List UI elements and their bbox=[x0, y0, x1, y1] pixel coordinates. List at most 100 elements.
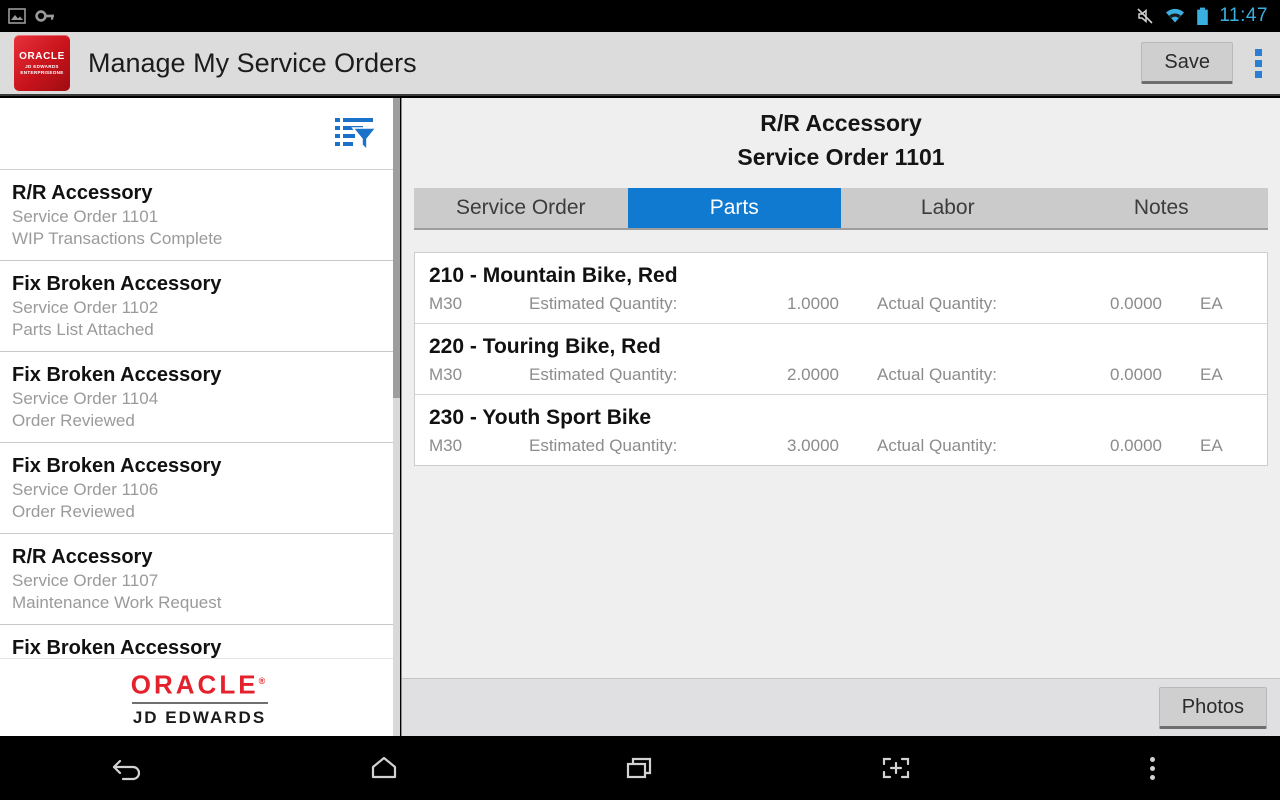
tab-labor[interactable]: Labor bbox=[841, 188, 1055, 228]
nav-screenshot-button[interactable] bbox=[768, 755, 1024, 781]
list-item[interactable]: Fix Broken Accessory Service Order 1102 … bbox=[0, 261, 399, 352]
list-item-status: Maintenance Work Request bbox=[12, 593, 222, 612]
kebab-dot bbox=[1255, 70, 1262, 78]
back-icon bbox=[112, 759, 141, 781]
oracle-wordmark-text: ORACLE bbox=[130, 669, 259, 700]
jd-edwards-wordmark: JD EDWARDS bbox=[132, 707, 267, 727]
service-order-list[interactable]: R/R Accessory Service Order 1101 WIP Tra… bbox=[0, 170, 399, 672]
screenshot-icon bbox=[882, 757, 910, 779]
oracle-wordmark: ORACLE® bbox=[131, 667, 268, 699]
nav-home-button[interactable] bbox=[256, 755, 512, 781]
sidebar-scrollbar[interactable] bbox=[393, 98, 400, 736]
part-branch: M30 bbox=[429, 365, 463, 384]
parts-list: 210 - Mountain Bike, Red M30 Estimated Q… bbox=[414, 252, 1268, 466]
table-row[interactable]: 210 - Mountain Bike, Red M30 Estimated Q… bbox=[415, 253, 1267, 324]
detail-title: R/R Accessory bbox=[760, 110, 922, 136]
status-bar-clock: 11:47 bbox=[1219, 5, 1268, 26]
list-item-order: Service Order 1102 bbox=[12, 298, 159, 317]
part-name: 220 - Touring Bike, Red bbox=[429, 335, 661, 358]
part-branch: M30 bbox=[429, 436, 463, 455]
save-button[interactable]: Save bbox=[1141, 42, 1233, 84]
overflow-menu-icon[interactable] bbox=[1247, 45, 1270, 82]
sidebar-scrollbar-thumb[interactable] bbox=[393, 98, 400, 398]
list-item[interactable]: R/R Accessory Service Order 1101 WIP Tra… bbox=[0, 170, 399, 261]
detail-bottom-bar: Photos bbox=[402, 678, 1280, 736]
list-item[interactable]: R/R Accessory Service Order 1107 Mainten… bbox=[0, 534, 399, 625]
actual-quantity-label: Actual Quantity: bbox=[877, 294, 998, 313]
vpn-key-icon bbox=[35, 10, 54, 22]
menu-icon bbox=[1149, 756, 1155, 780]
part-branch: M30 bbox=[429, 294, 463, 313]
estimated-quantity-label: Estimated Quantity: bbox=[529, 436, 678, 455]
recents-icon bbox=[626, 757, 652, 779]
menu-dot bbox=[1149, 765, 1155, 771]
estimated-quantity-label: Estimated Quantity: bbox=[529, 294, 678, 313]
screen: 11:47 ORACLE JD EDWARDS ENTERPRISEONE Ma… bbox=[0, 0, 1280, 800]
app-header-actions: Save bbox=[1141, 42, 1280, 84]
estimated-quantity-label: Estimated Quantity: bbox=[529, 365, 678, 384]
list-item-status: Order Reviewed bbox=[12, 411, 135, 430]
list-item-order: Service Order 1101 bbox=[12, 207, 159, 226]
part-meta: M30 Estimated Quantity: 3.0000 Actual Qu… bbox=[429, 433, 1267, 459]
service-order-list-panel[interactable]: R/R Accessory Service Order 1101 WIP Tra… bbox=[0, 98, 400, 736]
tab-notes[interactable]: Notes bbox=[1055, 188, 1269, 228]
status-bar-left-icons bbox=[0, 7, 55, 25]
photos-button[interactable]: Photos bbox=[1158, 686, 1267, 729]
list-item-order: Service Order 1106 bbox=[12, 480, 159, 499]
unit-of-measure: EA bbox=[1200, 294, 1223, 313]
android-status-bar: 11:47 bbox=[0, 0, 1280, 32]
unit-of-measure: EA bbox=[1200, 365, 1223, 384]
list-item-title: R/R Accessory bbox=[12, 182, 153, 204]
battery-icon bbox=[1197, 7, 1209, 25]
detail-tab-bar: Service Order Parts Labor Notes bbox=[414, 188, 1268, 230]
part-name: 210 - Mountain Bike, Red bbox=[429, 264, 678, 287]
kebab-dot bbox=[1255, 59, 1262, 67]
list-item-status: Parts List Attached bbox=[12, 320, 154, 339]
part-meta: M30 Estimated Quantity: 2.0000 Actual Qu… bbox=[429, 362, 1267, 388]
kebab-dot bbox=[1255, 48, 1262, 56]
list-item-title: R/R Accessory bbox=[12, 546, 153, 568]
actual-quantity-value: 0.0000 bbox=[1110, 294, 1162, 313]
list-item-order: Service Order 1104 bbox=[12, 389, 159, 408]
list-item-title: Fix Broken Accessory bbox=[12, 273, 222, 295]
tab-parts[interactable]: Parts bbox=[627, 188, 841, 228]
actual-quantity-value: 0.0000 bbox=[1110, 436, 1162, 455]
home-icon bbox=[371, 756, 397, 779]
menu-dot bbox=[1149, 756, 1155, 762]
actual-quantity-label: Actual Quantity: bbox=[877, 436, 998, 455]
detail-subtitle: Service Order 1101 bbox=[737, 144, 945, 170]
page-title: Manage My Service Orders bbox=[88, 47, 417, 78]
screenshot-image-icon bbox=[8, 8, 26, 24]
oracle-jd-edwards-branding: ORACLE® JD EDWARDS bbox=[0, 658, 399, 736]
list-item-status: WIP Transactions Complete bbox=[12, 229, 223, 248]
list-item-title: Fix Broken Accessory bbox=[12, 455, 222, 477]
actual-quantity-value: 0.0000 bbox=[1110, 365, 1162, 384]
list-item-status: Order Reviewed bbox=[12, 502, 135, 521]
list-filter-row bbox=[0, 98, 399, 170]
estimated-quantity-value: 2.0000 bbox=[787, 365, 839, 384]
list-item-order: Service Order 1107 bbox=[12, 571, 159, 590]
estimated-quantity-value: 1.0000 bbox=[787, 294, 839, 313]
table-row[interactable]: 220 - Touring Bike, Red M30 Estimated Qu… bbox=[415, 324, 1267, 395]
logo-line-enterpriseone: ENTERPRISEONE bbox=[20, 69, 64, 75]
mute-icon bbox=[1137, 8, 1153, 24]
logo-line-oracle: ORACLE bbox=[19, 50, 65, 62]
app-header-bar: ORACLE JD EDWARDS ENTERPRISEONE Manage M… bbox=[0, 32, 1280, 96]
part-name: 230 - Youth Sport Bike bbox=[429, 406, 652, 429]
unit-of-measure: EA bbox=[1200, 436, 1223, 455]
part-meta: M30 Estimated Quantity: 1.0000 Actual Qu… bbox=[429, 291, 1267, 317]
nav-back-button[interactable] bbox=[0, 755, 256, 781]
list-item[interactable]: Fix Broken Accessory Service Order 1104 … bbox=[0, 352, 399, 443]
registered-mark: ® bbox=[258, 676, 269, 687]
branding-divider bbox=[131, 701, 268, 704]
wifi-icon bbox=[1166, 8, 1185, 23]
android-navigation-bar bbox=[0, 736, 1280, 800]
table-row[interactable]: 230 - Youth Sport Bike M30 Estimated Qua… bbox=[415, 395, 1267, 465]
oracle-jde-logo-icon: ORACLE JD EDWARDS ENTERPRISEONE bbox=[14, 35, 70, 91]
filter-list-icon[interactable] bbox=[333, 114, 377, 154]
nav-recents-button[interactable] bbox=[512, 755, 768, 781]
tab-service-order[interactable]: Service Order bbox=[414, 188, 628, 228]
list-item[interactable]: Fix Broken Accessory Service Order 1106 … bbox=[0, 443, 399, 534]
nav-menu-button[interactable] bbox=[1024, 756, 1280, 780]
menu-dot bbox=[1149, 774, 1155, 780]
